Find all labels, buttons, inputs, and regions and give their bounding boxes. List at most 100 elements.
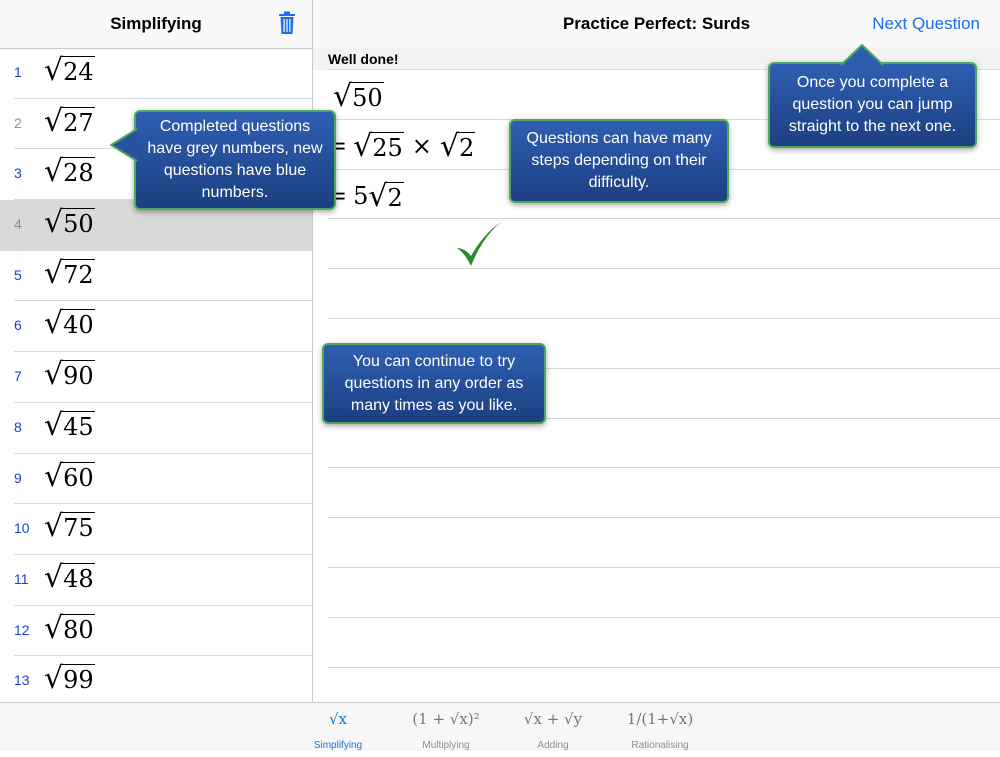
root-symbol: √ xyxy=(44,306,64,342)
question-radicand: 40 xyxy=(62,309,95,340)
tab-bar: √x Simplifying (1 + √x)² Multiplying √x + √y… xyxy=(0,702,1000,751)
working-step-3: = 5 √ 2 xyxy=(327,179,404,214)
question-expression: √ 60 xyxy=(44,458,95,494)
trash-icon[interactable] xyxy=(276,11,298,35)
tab-rationalising-label: Rationalising xyxy=(631,740,689,751)
checkmark-icon xyxy=(457,222,501,266)
callout-grey-numbers-text: Completed questions have grey numbers, n… xyxy=(147,118,323,201)
callout-steps-text: Questions can have many steps depending … xyxy=(526,130,712,191)
step2-radicand-b: 2 xyxy=(458,132,476,162)
question-row[interactable]: 13 √ 99 xyxy=(14,656,312,707)
callout-next-question: Once you complete a question you can jum… xyxy=(768,44,977,148)
root-symbol: √ xyxy=(44,661,64,697)
question-radicand: 45 xyxy=(62,410,95,441)
question-expression: √ 27 xyxy=(44,103,95,139)
working-step-2: = √ 25 × √ 2 xyxy=(327,129,476,164)
callout-grey-numbers: Completed questions have grey numbers, n… xyxy=(110,110,336,210)
ruled-line xyxy=(328,567,1000,568)
ruled-line xyxy=(328,517,1000,519)
callout-steps: Questions can have many steps depending … xyxy=(509,119,729,203)
working-step-1: √ 50 xyxy=(333,79,384,114)
question-expression: √ 72 xyxy=(44,255,95,291)
question-row[interactable]: 7 √ 90 xyxy=(14,352,312,403)
callout-next-text: Once you complete a question you can jum… xyxy=(788,74,957,135)
question-expression: √ 28 xyxy=(44,157,95,187)
root-symbol: √ xyxy=(44,610,64,646)
question-number: 5 xyxy=(14,266,22,283)
question-expression: √ 45 xyxy=(44,407,95,443)
root-symbol: √ xyxy=(44,154,64,190)
question-radicand: 90 xyxy=(62,360,95,391)
question-row[interactable]: 9 √ 60 xyxy=(14,454,312,505)
question-expression: √ 40 xyxy=(44,309,95,339)
question-radicand: 80 xyxy=(62,613,95,644)
question-number: 12 xyxy=(14,621,30,638)
question-radicand: 28 xyxy=(62,157,95,188)
question-row[interactable]: 11 √ 48 xyxy=(14,555,312,606)
root-symbol: √ xyxy=(44,205,64,241)
question-expression: √ 75 xyxy=(44,512,95,542)
question-expression: √ 80 xyxy=(44,610,95,646)
question-number: 7 xyxy=(14,368,22,385)
question-radicand: 24 xyxy=(62,56,95,86)
callout-order: You can continue to try questions in any… xyxy=(322,343,546,424)
tab-adding[interactable]: √x + √y Adding xyxy=(503,707,603,751)
question-radicand: 50 xyxy=(62,208,95,239)
step1-radicand: 50 xyxy=(351,82,384,112)
ruled-line xyxy=(328,268,1000,270)
question-number: 9 xyxy=(14,469,22,486)
ruled-line xyxy=(328,616,1000,618)
tab-rationalising[interactable]: 1/(1+√x) Rationalising xyxy=(610,707,710,751)
question-expression: √ 50 xyxy=(44,208,95,238)
question-radicand: 99 xyxy=(62,664,95,695)
callout-order-text: You can continue to try questions in any… xyxy=(344,352,524,414)
question-radicand: 60 xyxy=(62,461,95,492)
root-symbol: √ xyxy=(44,103,64,139)
ruled-line xyxy=(328,318,1000,319)
status-text: Well done! xyxy=(328,51,399,67)
question-number: 11 xyxy=(14,570,29,587)
tab-adding-formula-icon: √x + √y xyxy=(523,710,583,728)
root-symbol: √ xyxy=(44,458,64,494)
question-number: 2 xyxy=(14,114,22,131)
step2-radicand-a: 25 xyxy=(371,132,404,162)
question-radicand: 48 xyxy=(62,562,95,593)
root-symbol: √ xyxy=(44,509,64,545)
question-expression: √ 48 xyxy=(44,559,95,595)
question-row[interactable]: 6 √ 40 xyxy=(14,301,312,353)
question-number: 1 xyxy=(14,64,22,80)
tab-multiplying[interactable]: (1 + √x)² Multiplying xyxy=(396,707,496,751)
question-row[interactable]: 8 √ 45 xyxy=(14,403,312,454)
tab-rationalising-formula-icon: 1/(1+√x) xyxy=(626,710,694,728)
question-row[interactable]: 1 √ 24 xyxy=(14,48,312,99)
question-number: 8 xyxy=(14,418,22,435)
root-symbol: √ xyxy=(44,407,64,443)
next-question-button[interactable]: Next Question xyxy=(872,14,980,34)
question-number: 13 xyxy=(14,672,30,689)
question-expression: √ 99 xyxy=(44,664,95,694)
question-number: 3 xyxy=(14,165,22,182)
question-expression: √ 90 xyxy=(44,360,95,390)
root-symbol: √ xyxy=(44,53,64,88)
question-number: 4 xyxy=(14,216,22,233)
question-number: 6 xyxy=(14,317,22,334)
root-symbol: √ xyxy=(44,559,64,595)
question-row[interactable]: 12 √ 80 xyxy=(14,606,312,657)
root-symbol: √ xyxy=(44,357,64,393)
sidebar-header: Simplifying xyxy=(0,0,312,49)
tab-simplifying-label: Simplifying xyxy=(313,740,363,751)
tab-multiplying-formula-icon: (1 + √x)² xyxy=(412,710,480,728)
ruled-line xyxy=(328,666,1000,668)
ruled-line xyxy=(328,467,1000,469)
question-row[interactable]: 5 √ 72 xyxy=(14,251,312,302)
root-symbol: √ xyxy=(44,255,64,291)
question-expression: √ 24 xyxy=(44,56,95,86)
question-radicand: 27 xyxy=(62,106,95,137)
tab-simplifying-formula-icon: √x xyxy=(328,710,348,728)
nav-bar: Practice Perfect: Surds Next Question xyxy=(313,0,1000,49)
question-radicand: 75 xyxy=(62,512,95,543)
tab-simplifying[interactable]: √x Simplifying xyxy=(288,707,388,751)
step2-operator: × xyxy=(411,132,432,160)
question-row[interactable]: 10 √ 75 xyxy=(14,504,312,555)
question-radicand: 72 xyxy=(62,258,95,289)
